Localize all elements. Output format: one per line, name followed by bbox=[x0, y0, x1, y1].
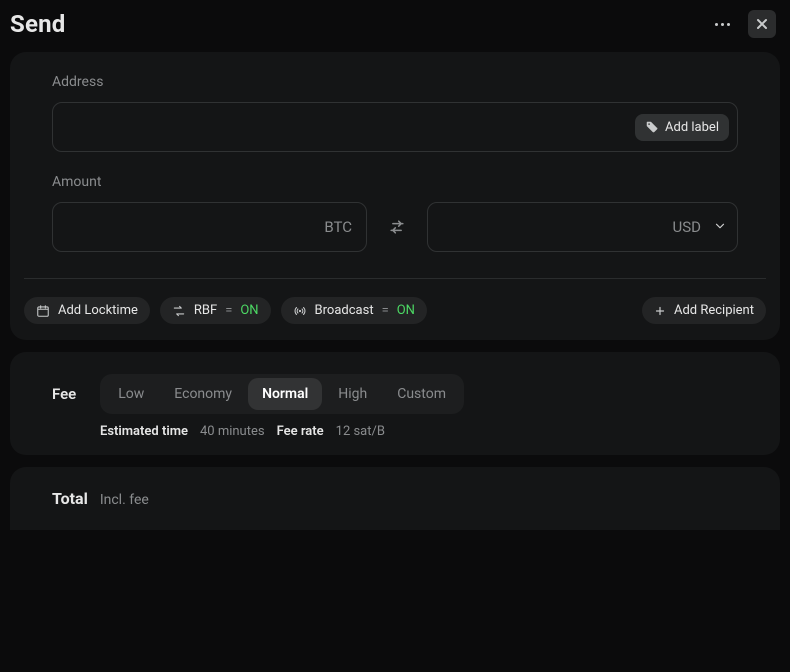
address-input[interactable]: Add label bbox=[52, 102, 738, 152]
titlebar: Send bbox=[0, 0, 790, 46]
rbf-label: RBF bbox=[194, 303, 217, 318]
add-locktime-button[interactable]: Add Locktime bbox=[24, 297, 150, 324]
dot-icon bbox=[721, 23, 724, 26]
fee-rate-label: Fee rate bbox=[277, 424, 324, 439]
usd-unit: USD bbox=[673, 218, 701, 236]
address-section: Address Add label bbox=[52, 74, 738, 152]
currency-select[interactable]: USD bbox=[673, 218, 727, 237]
dot-icon bbox=[727, 23, 730, 26]
plus-icon bbox=[654, 305, 666, 317]
fee-rate-value: 12 sat/B bbox=[336, 424, 385, 439]
fee-row: Fee LowEconomyNormalHighCustom bbox=[52, 374, 738, 414]
dot-icon bbox=[715, 23, 718, 26]
amount-inputs: BTC USD bbox=[52, 202, 738, 252]
add-recipient-button[interactable]: Add Recipient bbox=[642, 297, 766, 324]
est-time-label: Estimated time bbox=[100, 424, 188, 439]
broadcast-state: ON bbox=[397, 303, 415, 318]
send-form-panel: Address Add label Amount BTC bbox=[10, 52, 780, 340]
locktime-label: Add Locktime bbox=[58, 303, 138, 318]
close-icon bbox=[755, 17, 769, 31]
fee-panel: Fee LowEconomyNormalHighCustom Estimated… bbox=[10, 352, 780, 455]
amount-label: Amount bbox=[52, 174, 738, 190]
est-time-value: 40 minutes bbox=[200, 424, 265, 439]
total-panel: Total Incl. fee bbox=[10, 467, 780, 530]
close-button[interactable] bbox=[748, 10, 776, 38]
calendar-icon bbox=[36, 304, 50, 318]
fee-segment: LowEconomyNormalHighCustom bbox=[100, 374, 464, 414]
menu-more-button[interactable] bbox=[709, 17, 736, 32]
fee-option-low[interactable]: Low bbox=[104, 378, 158, 410]
total-title: Total bbox=[52, 489, 88, 508]
fee-option-custom[interactable]: Custom bbox=[383, 378, 460, 410]
tag-icon bbox=[645, 120, 659, 134]
top-actions bbox=[709, 10, 776, 38]
rbf-eq: = bbox=[225, 303, 232, 318]
add-label-button[interactable]: Add label bbox=[635, 114, 729, 141]
amount-btc-input[interactable]: BTC bbox=[52, 202, 367, 252]
btc-unit: BTC bbox=[324, 218, 352, 236]
amount-section: Amount BTC USD bbox=[52, 174, 738, 252]
tx-options-row: Add Locktime RBF = ON Broadc bbox=[24, 278, 766, 324]
fee-option-high[interactable]: High bbox=[324, 378, 381, 410]
broadcast-eq: = bbox=[382, 303, 389, 318]
rbf-toggle[interactable]: RBF = ON bbox=[160, 297, 271, 324]
tx-option-chips: Add Locktime RBF = ON Broadc bbox=[24, 297, 427, 324]
address-label: Address bbox=[52, 74, 738, 90]
add-recipient-label: Add Recipient bbox=[674, 303, 754, 318]
chevron-down-icon bbox=[713, 218, 727, 237]
add-label-text: Add label bbox=[665, 120, 719, 135]
swap-units-button[interactable] bbox=[387, 217, 407, 237]
broadcast-toggle[interactable]: Broadcast = ON bbox=[281, 297, 427, 324]
fee-title: Fee bbox=[52, 385, 76, 403]
fee-option-economy[interactable]: Economy bbox=[160, 378, 246, 410]
fee-option-normal[interactable]: Normal bbox=[248, 378, 322, 410]
rbf-state: ON bbox=[240, 303, 258, 318]
page-title: Send bbox=[10, 10, 66, 38]
total-row: Total Incl. fee bbox=[52, 489, 738, 508]
amount-usd-input[interactable]: USD bbox=[427, 202, 738, 252]
fee-meta: Estimated time 40 minutes Fee rate 12 sa… bbox=[100, 424, 738, 439]
broadcast-label: Broadcast bbox=[315, 303, 374, 318]
rbf-icon bbox=[172, 304, 186, 318]
swap-icon bbox=[387, 217, 407, 237]
incl-fee: Incl. fee bbox=[100, 492, 149, 508]
broadcast-icon bbox=[293, 304, 307, 318]
